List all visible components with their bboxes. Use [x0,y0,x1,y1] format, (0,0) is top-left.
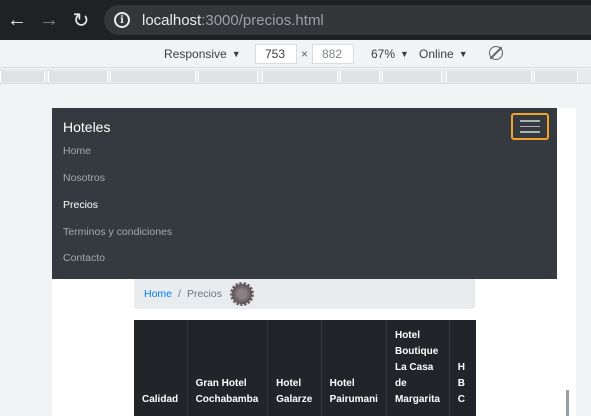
media-query-segment[interactable] [0,71,45,82]
url-path: :3000/precios.html [201,11,324,29]
width-input[interactable]: 753 [255,44,297,64]
media-query-segment[interactable] [382,71,442,82]
nav-link-nosotros[interactable]: Nosotros [63,172,105,184]
media-query-bar [0,69,591,84]
hamburger-icon [520,131,540,133]
table-header-hotel: Gran Hotel Cochabamba [187,320,269,416]
height-input[interactable]: 882 [312,44,354,64]
table-header-hotel: Hotel Boutique La Casa de Margarita [386,320,450,416]
reload-icon[interactable]: ↻ [65,0,97,40]
device-select[interactable]: Responsive ▼ [164,47,241,61]
media-query-segment[interactable] [262,71,338,82]
media-query-segment[interactable] [340,71,380,82]
hamburger-icon [520,125,540,128]
scrollbar-thumb[interactable] [566,390,569,416]
caret-down-icon: ▼ [231,49,241,59]
table-header-hotel: H B C [457,362,465,405]
dimension-separator: × [301,47,309,61]
device-toolbar: Responsive ▼ 753 × 882 67% ▼ Online ▼ [0,40,591,68]
loader-icon [229,282,254,306]
nav-link-precios[interactable]: Precios [63,199,98,211]
address-bar[interactable]: i localhost:3000/precios.html [104,5,591,35]
zoom-select[interactable]: 67% ▼ [371,47,409,61]
zoom-select-label: 67% [371,47,396,61]
back-arrow-icon[interactable]: ← [1,0,33,40]
url-host: localhost [142,11,202,29]
info-icon[interactable]: i [114,12,130,28]
nav-link-home[interactable]: Home [63,145,91,157]
network-select-label: Online [419,47,454,61]
table-header-hotel: Hotel Pairumani [321,320,387,416]
network-select[interactable]: Online ▼ [419,47,468,61]
table-header-hotel: Hotel Galarze [267,320,322,416]
prices-table: Calidad Gran Hotel Cochabamba Hotel Gala… [134,320,476,416]
forward-arrow-icon[interactable]: → [33,0,65,40]
media-query-segment[interactable] [446,71,532,82]
rotate-icon[interactable] [489,46,503,60]
breadcrumb-separator: / [178,288,181,300]
device-select-label: Responsive [164,47,227,61]
media-query-segment[interactable] [534,71,578,82]
nav-link-contacto[interactable]: Contacto [63,252,105,264]
navbar-brand[interactable]: Hoteles [63,119,110,135]
navbar-toggler-button[interactable] [511,113,549,140]
media-query-segment[interactable] [48,71,108,82]
nav-link-terminos[interactable]: Terminos y condiciones [63,226,172,238]
hamburger-icon [520,120,540,122]
device-viewport: Hoteles Home Nosotros Precios Terminos y… [0,85,591,416]
breadcrumb-current: Precios [186,288,222,300]
caret-down-icon: ▼ [400,49,409,59]
browser-toolbar: ← → ↻ i localhost:3000/precios.html [0,0,591,40]
breadcrumb-home-link[interactable]: Home [144,288,172,300]
page: Hoteles Home Nosotros Precios Terminos y… [52,108,576,416]
media-query-segment[interactable] [110,71,196,82]
navbar: Hoteles Home Nosotros Precios Terminos y… [52,108,557,279]
table-header-calidad: Calidad [134,320,188,416]
breadcrumb: Home / Precios [134,279,475,309]
media-query-segment[interactable] [198,71,258,82]
caret-down-icon: ▼ [458,49,468,59]
